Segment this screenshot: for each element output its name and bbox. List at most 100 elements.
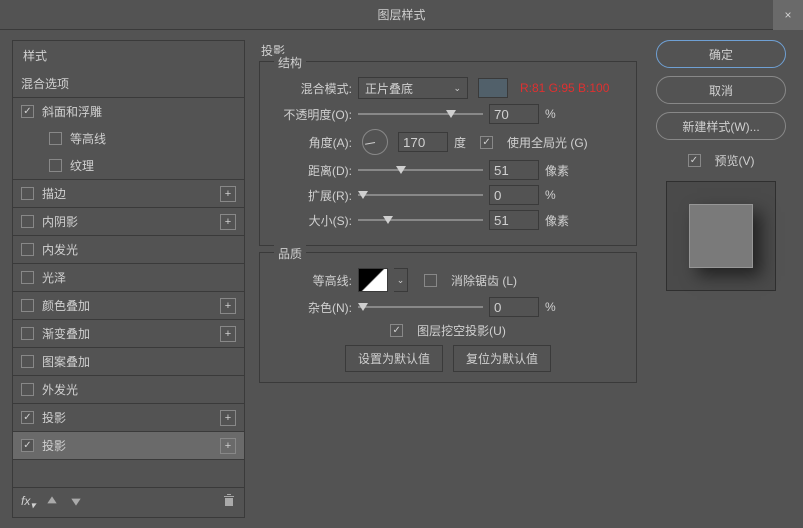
move-down-icon[interactable] [69, 494, 83, 511]
angle-label: 角度(A): [270, 134, 352, 151]
antialias-checkbox[interactable] [424, 274, 437, 287]
size-unit: 像素 [545, 212, 569, 229]
preview-check-row: 预览(V) [688, 152, 755, 169]
spread-input[interactable] [489, 185, 539, 205]
angle-unit: 度 [454, 134, 466, 151]
noise-row: 杂色(N): % [270, 297, 626, 317]
sidebar-item-gradient-overlay[interactable]: 渐变叠加 + [13, 320, 244, 348]
fx-menu-button[interactable]: fx▾ [21, 494, 35, 511]
blend-mode-value: 正片叠底 [365, 80, 413, 97]
sidebar-item-drop-shadow-2[interactable]: 投影 + [13, 432, 244, 460]
angle-input[interactable] [398, 132, 448, 152]
add-drop-shadow-1-button[interactable]: + [220, 410, 236, 426]
size-slider[interactable] [358, 212, 483, 228]
preview-checkbox[interactable] [688, 154, 701, 167]
ok-button[interactable]: 确定 [656, 40, 786, 68]
distance-input[interactable] [489, 160, 539, 180]
knockout-label: 图层挖空投影(U) [417, 322, 506, 339]
set-default-button[interactable]: 设置为默认值 [345, 345, 443, 372]
sidebar-item-label: 渐变叠加 [42, 325, 90, 342]
size-input[interactable] [489, 210, 539, 230]
contour-dropdown-button[interactable]: ⌄ [394, 268, 408, 292]
cancel-button[interactable]: 取消 [656, 76, 786, 104]
checkbox-pattern-overlay[interactable] [21, 355, 34, 368]
shadow-color-swatch[interactable] [478, 78, 508, 98]
spread-unit: % [545, 188, 556, 202]
opacity-unit: % [545, 107, 556, 121]
distance-unit: 像素 [545, 162, 569, 179]
add-drop-shadow-2-button[interactable]: + [220, 438, 236, 454]
add-color-overlay-button[interactable]: + [220, 298, 236, 314]
knockout-row: 图层挖空投影(U) [270, 322, 626, 339]
global-light-checkbox[interactable] [480, 136, 493, 149]
spread-row: 扩展(R): % [270, 185, 626, 205]
new-style-button[interactable]: 新建样式(W)... [656, 112, 786, 140]
checkbox-contour[interactable] [49, 132, 62, 145]
checkbox-drop-shadow-2[interactable] [21, 439, 34, 452]
checkbox-color-overlay[interactable] [21, 299, 34, 312]
checkbox-inner-shadow[interactable] [21, 215, 34, 228]
sidebar-item-bevel[interactable]: 斜面和浮雕 [13, 98, 244, 125]
sidebar-item-label: 投影 [42, 409, 66, 426]
checkbox-stroke[interactable] [21, 187, 34, 200]
sidebar-item-label: 图案叠加 [42, 353, 90, 370]
sidebar-item-label: 光泽 [42, 269, 66, 286]
sidebar-item-stroke[interactable]: 描边 + [13, 180, 244, 208]
sidebar-blending-options[interactable]: 混合选项 [13, 70, 244, 98]
sidebar-item-pattern-overlay[interactable]: 图案叠加 [13, 348, 244, 376]
sidebar-item-outer-glow[interactable]: 外发光 [13, 376, 244, 404]
sidebar-item-texture[interactable]: 纹理 [13, 152, 244, 180]
sidebar-item-label: 描边 [42, 185, 66, 202]
angle-dial[interactable] [362, 129, 388, 155]
opacity-row: 不透明度(O): % [270, 104, 626, 124]
contour-picker[interactable] [358, 268, 388, 292]
distance-slider[interactable] [358, 162, 483, 178]
noise-label: 杂色(N): [270, 299, 352, 316]
noise-input[interactable] [489, 297, 539, 317]
sidebar-item-inner-shadow[interactable]: 内阴影 + [13, 208, 244, 236]
knockout-checkbox[interactable] [390, 324, 403, 337]
sidebar-item-inner-glow[interactable]: 内发光 [13, 236, 244, 264]
distance-row: 距离(D): 像素 [270, 160, 626, 180]
checkbox-inner-glow[interactable] [21, 243, 34, 256]
shadow-color-rgb: R:81 G:95 B:100 [520, 81, 609, 95]
checkbox-bevel[interactable] [21, 105, 34, 118]
preview-box [666, 181, 776, 291]
sidebar-item-label: 等高线 [70, 130, 106, 147]
opacity-label: 不透明度(O): [270, 106, 352, 123]
checkbox-texture[interactable] [49, 159, 62, 172]
sidebar-item-drop-shadow-1[interactable]: 投影 + [13, 404, 244, 432]
add-inner-shadow-button[interactable]: + [220, 214, 236, 230]
preview-label: 预览(V) [715, 152, 755, 169]
noise-slider[interactable] [358, 299, 483, 315]
spread-slider[interactable] [358, 187, 483, 203]
blend-mode-select[interactable]: 正片叠底 ⌄ [358, 77, 468, 99]
spread-label: 扩展(R): [270, 187, 352, 204]
opacity-input[interactable] [489, 104, 539, 124]
structure-fieldset: 结构 混合模式: 正片叠底 ⌄ R:81 G:95 B:100 不透明度(O):… [259, 61, 637, 246]
opacity-slider[interactable] [358, 106, 483, 122]
sidebar-item-contour[interactable]: 等高线 [13, 125, 244, 152]
checkbox-satin[interactable] [21, 271, 34, 284]
trash-icon[interactable] [222, 494, 236, 511]
blending-options-label: 混合选项 [21, 75, 69, 92]
sidebar-header: 样式 [13, 41, 244, 70]
quality-fieldset: 品质 等高线: ⌄ 消除锯齿 (L) 杂色(N): % 图层挖空投影(U) [259, 252, 637, 383]
add-stroke-button[interactable]: + [220, 186, 236, 202]
right-pane: 确定 取消 新建样式(W)... 预览(V) [651, 40, 791, 518]
sidebar-item-satin[interactable]: 光泽 [13, 264, 244, 292]
checkbox-gradient-overlay[interactable] [21, 327, 34, 340]
section-title: 投影 [261, 42, 641, 59]
checkbox-drop-shadow-1[interactable] [21, 411, 34, 424]
sidebar-item-label: 斜面和浮雕 [42, 103, 102, 120]
sidebar-item-label: 纹理 [70, 157, 94, 174]
add-gradient-overlay-button[interactable]: + [220, 326, 236, 342]
move-up-icon[interactable] [45, 494, 59, 511]
sidebar-item-color-overlay[interactable]: 颜色叠加 + [13, 292, 244, 320]
size-row: 大小(S): 像素 [270, 210, 626, 230]
reset-default-button[interactable]: 复位为默认值 [453, 345, 551, 372]
quality-legend: 品质 [274, 245, 306, 262]
checkbox-outer-glow[interactable] [21, 383, 34, 396]
close-button[interactable]: × [773, 0, 803, 30]
titlebar: 图层样式 × [0, 0, 803, 30]
